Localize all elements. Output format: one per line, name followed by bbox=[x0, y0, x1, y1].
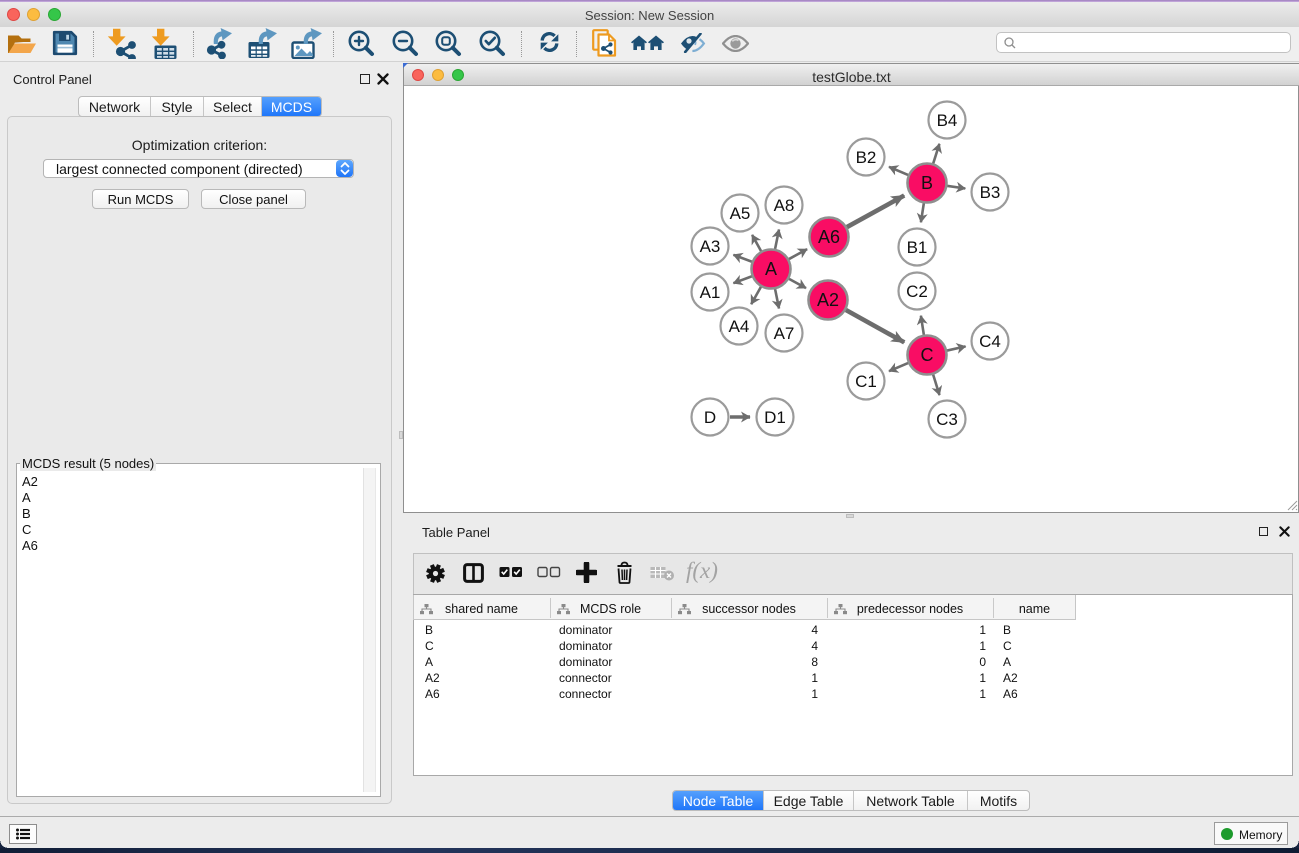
svg-text:D: D bbox=[704, 408, 716, 427]
svg-text:B1: B1 bbox=[907, 238, 928, 257]
svg-text:A6: A6 bbox=[818, 227, 840, 247]
svg-text:C: C bbox=[921, 345, 934, 365]
svg-text:A1: A1 bbox=[700, 283, 721, 302]
svg-text:A7: A7 bbox=[774, 324, 795, 343]
svg-text:A3: A3 bbox=[700, 237, 721, 256]
svg-text:B3: B3 bbox=[980, 183, 1001, 202]
svg-text:B2: B2 bbox=[856, 148, 877, 167]
svg-text:C1: C1 bbox=[855, 372, 877, 391]
svg-text:C4: C4 bbox=[979, 332, 1001, 351]
svg-text:C3: C3 bbox=[936, 410, 958, 429]
svg-text:B4: B4 bbox=[937, 111, 958, 130]
svg-text:A5: A5 bbox=[730, 204, 751, 223]
svg-text:A4: A4 bbox=[729, 317, 750, 336]
svg-text:A8: A8 bbox=[774, 196, 795, 215]
svg-text:C2: C2 bbox=[906, 282, 928, 301]
svg-text:B: B bbox=[921, 173, 933, 193]
svg-text:A2: A2 bbox=[817, 290, 839, 310]
svg-text:A: A bbox=[765, 259, 777, 279]
svg-text:D1: D1 bbox=[764, 408, 786, 427]
